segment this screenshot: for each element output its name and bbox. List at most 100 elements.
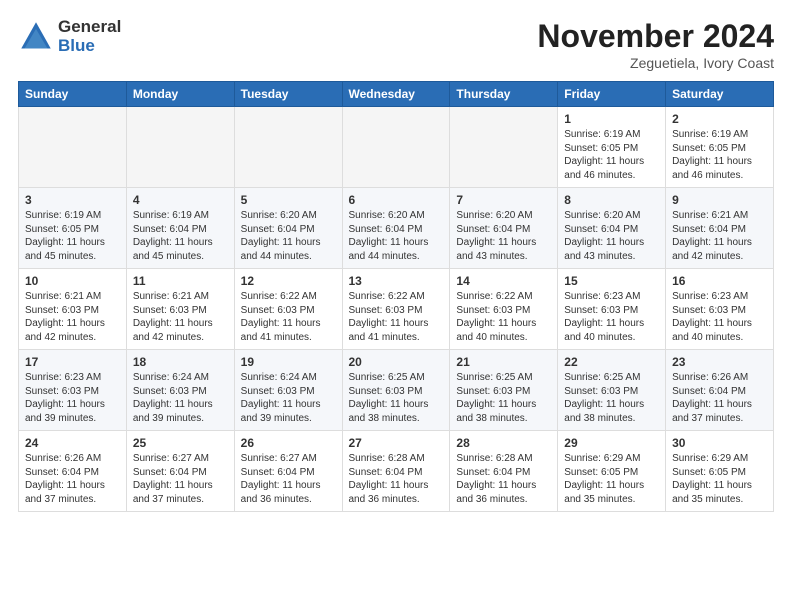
title-block: November 2024 Zeguetiela, Ivory Coast [537, 18, 774, 71]
day-number: 29 [564, 436, 659, 450]
day-info: Sunrise: 6:19 AM Sunset: 6:05 PM Dayligh… [25, 209, 120, 263]
day-number: 21 [456, 355, 551, 369]
day-info: Sunrise: 6:23 AM Sunset: 6:03 PM Dayligh… [564, 290, 659, 344]
calendar-cell [450, 107, 558, 188]
day-number: 14 [456, 274, 551, 288]
day-info: Sunrise: 6:27 AM Sunset: 6:04 PM Dayligh… [241, 452, 336, 506]
calendar-cell: 11Sunrise: 6:21 AM Sunset: 6:03 PM Dayli… [126, 269, 234, 350]
calendar-cell: 25Sunrise: 6:27 AM Sunset: 6:04 PM Dayli… [126, 431, 234, 512]
calendar-cell: 12Sunrise: 6:22 AM Sunset: 6:03 PM Dayli… [234, 269, 342, 350]
calendar-cell: 2 Sunrise: 6:19 AM Sunset: 6:05 PM Daylig… [666, 107, 774, 188]
day-number: 4 [133, 193, 228, 207]
day-info: Sunrise: 6:21 AM Sunset: 6:04 PM Dayligh… [672, 209, 767, 263]
calendar-cell: 10 Sunrise: 6:21 AM Sunset: 6:03 PM Dayli… [19, 269, 127, 350]
day-number: 13 [349, 274, 444, 288]
logo-general-text: General [58, 18, 121, 37]
day-number: 16 [672, 274, 767, 288]
calendar-cell: 24 Sunrise: 6:26 AM Sunset: 6:04 PM Dayli… [19, 431, 127, 512]
calendar-week-5: 24 Sunrise: 6:26 AM Sunset: 6:04 PM Dayli… [19, 431, 774, 512]
day-info: Sunrise: 6:19 AM Sunset: 6:05 PM Dayligh… [672, 128, 767, 182]
calendar-cell: 9Sunrise: 6:21 AM Sunset: 6:04 PM Daylig… [666, 188, 774, 269]
day-info: Sunrise: 6:21 AM Sunset: 6:03 PM Dayligh… [25, 290, 120, 344]
day-number: 8 [564, 193, 659, 207]
calendar-cell: 3 Sunrise: 6:19 AM Sunset: 6:05 PM Daylig… [19, 188, 127, 269]
day-info: Sunrise: 6:22 AM Sunset: 6:03 PM Dayligh… [349, 290, 444, 344]
calendar-cell: 8 Sunrise: 6:20 AM Sunset: 6:04 PM Daylig… [558, 188, 666, 269]
day-number: 3 [25, 193, 120, 207]
calendar-week-3: 10 Sunrise: 6:21 AM Sunset: 6:03 PM Dayli… [19, 269, 774, 350]
weekday-header-tuesday: Tuesday [234, 82, 342, 107]
day-number: 12 [241, 274, 336, 288]
calendar-cell: 16 Sunrise: 6:23 AM Sunset: 6:03 PM Dayli… [666, 269, 774, 350]
day-info: Sunrise: 6:20 AM Sunset: 6:04 PM Dayligh… [349, 209, 444, 263]
day-info: Sunrise: 6:24 AM Sunset: 6:03 PM Dayligh… [241, 371, 336, 425]
day-number: 18 [133, 355, 228, 369]
logo-text: General Blue [58, 18, 121, 55]
calendar-cell: 7 Sunrise: 6:20 AM Sunset: 6:04 PM Daylig… [450, 188, 558, 269]
calendar-cell: 21 Sunrise: 6:25 AM Sunset: 6:03 PM Dayli… [450, 350, 558, 431]
day-info: Sunrise: 6:26 AM Sunset: 6:04 PM Dayligh… [672, 371, 767, 425]
day-number: 27 [349, 436, 444, 450]
day-number: 22 [564, 355, 659, 369]
day-info: Sunrise: 6:19 AM Sunset: 6:04 PM Dayligh… [133, 209, 228, 263]
calendar-cell: 26 Sunrise: 6:27 AM Sunset: 6:04 PM Dayli… [234, 431, 342, 512]
day-number: 26 [241, 436, 336, 450]
calendar-cell: 27 Sunrise: 6:28 AM Sunset: 6:04 PM Dayli… [342, 431, 450, 512]
day-info: Sunrise: 6:29 AM Sunset: 6:05 PM Dayligh… [564, 452, 659, 506]
header: General Blue November 2024 Zeguetiela, I… [18, 18, 774, 71]
weekday-header-friday: Friday [558, 82, 666, 107]
day-info: Sunrise: 6:22 AM Sunset: 6:03 PM Dayligh… [456, 290, 551, 344]
logo: General Blue [18, 18, 121, 55]
day-number: 19 [241, 355, 336, 369]
day-number: 24 [25, 436, 120, 450]
day-info: Sunrise: 6:19 AM Sunset: 6:05 PM Dayligh… [564, 128, 659, 182]
day-info: Sunrise: 6:28 AM Sunset: 6:04 PM Dayligh… [349, 452, 444, 506]
weekday-header-thursday: Thursday [450, 82, 558, 107]
day-info: Sunrise: 6:29 AM Sunset: 6:05 PM Dayligh… [672, 452, 767, 506]
calendar-cell: 17Sunrise: 6:23 AM Sunset: 6:03 PM Dayli… [19, 350, 127, 431]
calendar-cell: 15Sunrise: 6:23 AM Sunset: 6:03 PM Dayli… [558, 269, 666, 350]
location-title: Zeguetiela, Ivory Coast [537, 55, 774, 71]
calendar-cell: 5 Sunrise: 6:20 AM Sunset: 6:04 PM Daylig… [234, 188, 342, 269]
day-info: Sunrise: 6:23 AM Sunset: 6:03 PM Dayligh… [672, 290, 767, 344]
day-number: 10 [25, 274, 120, 288]
day-info: Sunrise: 6:24 AM Sunset: 6:03 PM Dayligh… [133, 371, 228, 425]
month-title: November 2024 [537, 18, 774, 55]
day-info: Sunrise: 6:25 AM Sunset: 6:03 PM Dayligh… [349, 371, 444, 425]
day-info: Sunrise: 6:20 AM Sunset: 6:04 PM Dayligh… [564, 209, 659, 263]
day-number: 11 [133, 274, 228, 288]
logo-blue-text: Blue [58, 37, 121, 56]
day-info: Sunrise: 6:26 AM Sunset: 6:04 PM Dayligh… [25, 452, 120, 506]
calendar-cell: 6 Sunrise: 6:20 AM Sunset: 6:04 PM Daylig… [342, 188, 450, 269]
day-number: 30 [672, 436, 767, 450]
day-info: Sunrise: 6:27 AM Sunset: 6:04 PM Dayligh… [133, 452, 228, 506]
day-info: Sunrise: 6:28 AM Sunset: 6:04 PM Dayligh… [456, 452, 551, 506]
calendar-cell: 13 Sunrise: 6:22 AM Sunset: 6:03 PM Dayli… [342, 269, 450, 350]
calendar-cell: 18 Sunrise: 6:24 AM Sunset: 6:03 PM Dayli… [126, 350, 234, 431]
calendar-cell: 23 Sunrise: 6:26 AM Sunset: 6:04 PM Dayli… [666, 350, 774, 431]
day-number: 23 [672, 355, 767, 369]
day-info: Sunrise: 6:20 AM Sunset: 6:04 PM Dayligh… [456, 209, 551, 263]
day-info: Sunrise: 6:25 AM Sunset: 6:03 PM Dayligh… [564, 371, 659, 425]
calendar-week-2: 3 Sunrise: 6:19 AM Sunset: 6:05 PM Daylig… [19, 188, 774, 269]
day-number: 20 [349, 355, 444, 369]
calendar-cell [126, 107, 234, 188]
calendar-cell: 1Sunrise: 6:19 AM Sunset: 6:05 PM Daylig… [558, 107, 666, 188]
day-info: Sunrise: 6:25 AM Sunset: 6:03 PM Dayligh… [456, 371, 551, 425]
day-number: 6 [349, 193, 444, 207]
calendar-cell: 29 Sunrise: 6:29 AM Sunset: 6:05 PM Dayli… [558, 431, 666, 512]
calendar-cell [234, 107, 342, 188]
day-info: Sunrise: 6:20 AM Sunset: 6:04 PM Dayligh… [241, 209, 336, 263]
day-number: 2 [672, 112, 767, 126]
weekday-header-sunday: Sunday [19, 82, 127, 107]
page: General Blue November 2024 Zeguetiela, I… [0, 0, 792, 522]
calendar-cell: 19 Sunrise: 6:24 AM Sunset: 6:03 PM Dayli… [234, 350, 342, 431]
calendar-cell: 28 Sunrise: 6:28 AM Sunset: 6:04 PM Dayli… [450, 431, 558, 512]
day-number: 5 [241, 193, 336, 207]
calendar-cell: 20 Sunrise: 6:25 AM Sunset: 6:03 PM Dayli… [342, 350, 450, 431]
calendar-cell [342, 107, 450, 188]
weekday-header-row: SundayMondayTuesdayWednesdayThursdayFrid… [19, 82, 774, 107]
day-number: 28 [456, 436, 551, 450]
weekday-header-monday: Monday [126, 82, 234, 107]
day-number: 7 [456, 193, 551, 207]
